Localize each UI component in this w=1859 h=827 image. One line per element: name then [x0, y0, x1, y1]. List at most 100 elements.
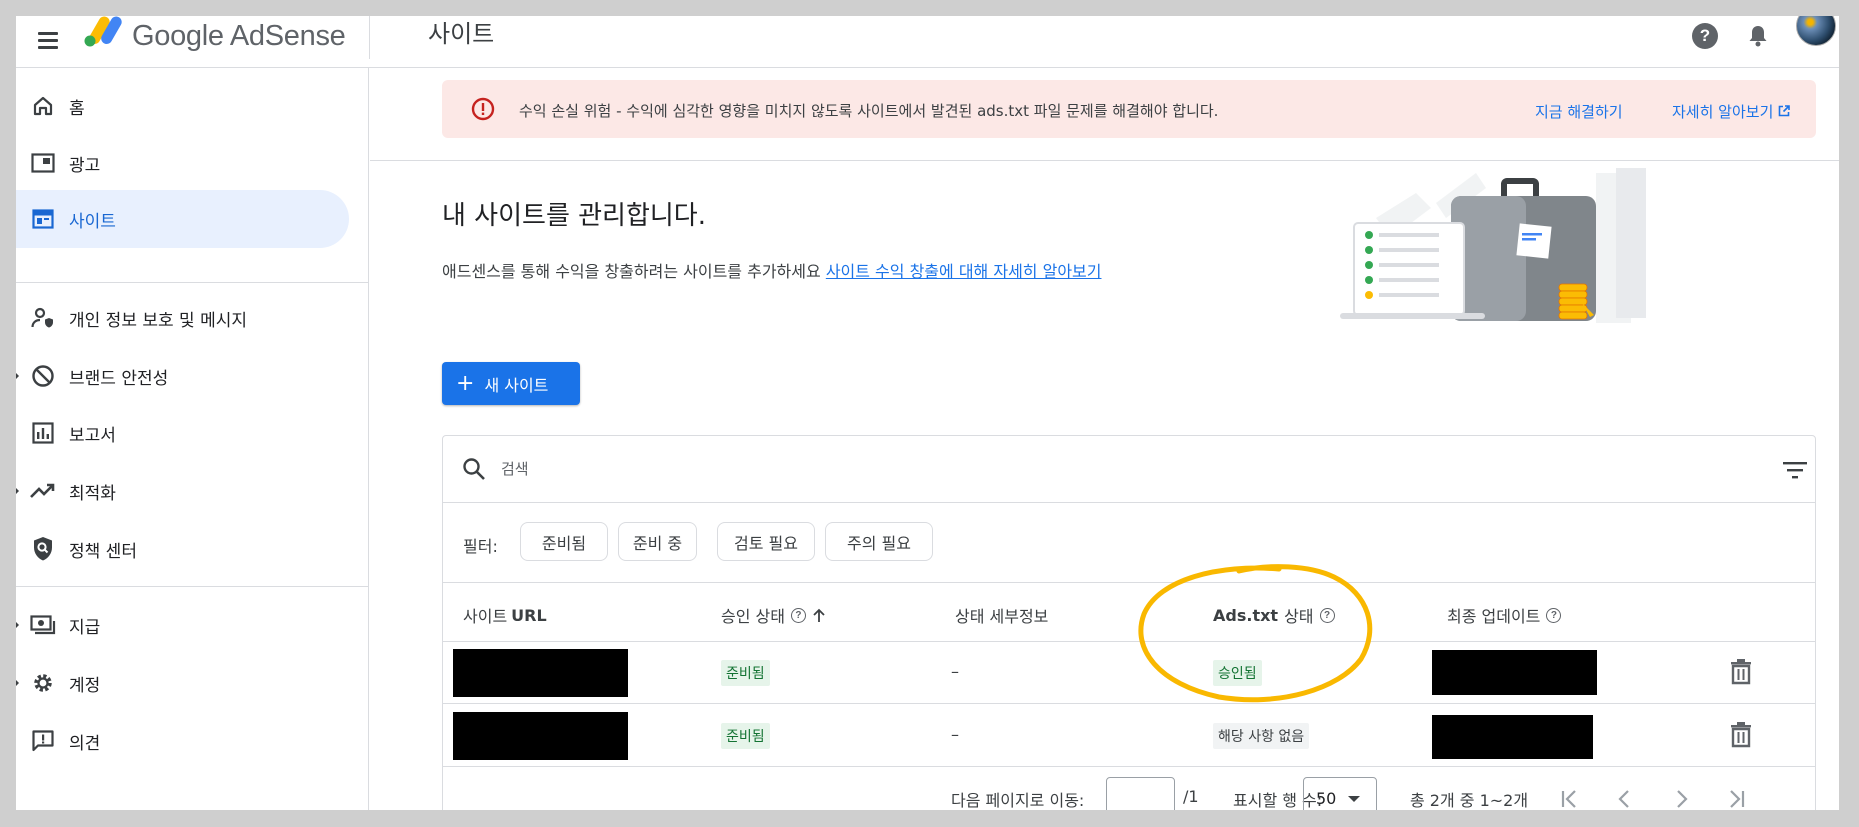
sidebar-item-home[interactable]: 홈: [16, 77, 356, 135]
sidebar-item-label: 개인 정보 보호 및 메시지: [69, 310, 248, 331]
status-details: –: [951, 725, 959, 744]
learn-more-link[interactable]: 자세히 알아보기: [1672, 101, 1790, 122]
avatar[interactable]: [1796, 16, 1836, 46]
prev-page-icon[interactable]: [1613, 787, 1637, 810]
sidebar-item-label: 사이트: [69, 211, 116, 232]
monetization-learn-link[interactable]: 사이트 수익 창출에 대해 자세히 알아보기: [826, 262, 1102, 281]
sidebar-item-policy-center[interactable]: 정책 센터: [16, 520, 356, 578]
filter-chip-needs-review[interactable]: 검토 필요: [717, 522, 815, 561]
section-divider: [370, 160, 1839, 161]
filter-row: 필터: 준비됨 준비 중 검토 필요 주의 필요: [443, 504, 1815, 583]
expand-arrow-icon[interactable]: [16, 486, 19, 496]
plus-icon: +: [456, 370, 475, 396]
pagination-bar: 다음 페이지로 이동: /1 표시할 행 수: 50 총 2개 중 1~2개: [443, 767, 1815, 810]
table-header: 사이트 URL 승인 상태? 상태 세부정보 Ads.txt 상태? 최종 업데이트…: [443, 584, 1815, 642]
help-icon[interactable]: ?: [790, 607, 806, 623]
help-icon[interactable]: ?: [1319, 607, 1335, 623]
filter-chip-ready[interactable]: 준비됨: [520, 522, 608, 561]
notifications-icon[interactable]: [1742, 20, 1774, 52]
sidebar-item-label: 의견: [69, 733, 101, 754]
rows-per-page-value: 50: [1316, 789, 1337, 808]
table-row[interactable]: 준비됨 – 승인됨: [443, 642, 1815, 704]
sidebar-item-payments[interactable]: 지급: [16, 596, 356, 654]
col-adstxt-status[interactable]: Ads.txt 상태?: [1213, 603, 1335, 627]
filter-chip-needs-attention[interactable]: 주의 필요: [825, 522, 933, 561]
expand-arrow-icon[interactable]: [16, 620, 19, 630]
sidebar-item-ads[interactable]: 광고: [16, 134, 356, 192]
col-last-updated[interactable]: 최종 업데이트?: [1447, 603, 1562, 627]
redacted-last-updated: [1432, 650, 1597, 695]
new-site-label: 새 사이트: [484, 375, 549, 395]
delete-icon[interactable]: [1730, 722, 1752, 748]
page-subtitle: 애드센스를 통해 수익을 창출하려는 사이트를 추가하세요 사이트 수익 창출에…: [442, 258, 1101, 282]
sidebar-item-optimization[interactable]: 최적화: [16, 462, 356, 520]
sidebar-item-privacy-messaging[interactable]: 개인 정보 보호 및 메시지: [16, 289, 356, 347]
filter-chip-getting-ready[interactable]: 준비 중: [618, 522, 697, 561]
subtitle-text: 애드센스를 통해 수익을 창출하려는 사이트를 추가하세요: [442, 262, 821, 281]
payments-icon: [28, 610, 58, 640]
sidebar-item-label: 홈: [69, 98, 85, 119]
filter-label: 필터:: [463, 537, 498, 556]
delete-icon[interactable]: [1730, 659, 1752, 685]
col-status-details[interactable]: 상태 세부정보: [955, 603, 1048, 627]
external-link-icon: [1778, 105, 1790, 117]
block-icon: [28, 361, 58, 391]
expand-arrow-icon[interactable]: [16, 678, 19, 688]
col-site-url[interactable]: 사이트 URL: [463, 603, 547, 627]
sidebar-item-label: 계정: [69, 675, 101, 696]
table-row[interactable]: 준비됨 – 해당 사항 없음: [443, 705, 1815, 767]
next-page-icon[interactable]: [1669, 787, 1693, 810]
sidebar-divider: [16, 282, 369, 283]
adstxt-status-badge: 해당 사항 없음: [1213, 723, 1310, 749]
alert-text: 수익 손실 위험 - 수익에 심각한 영향을 미치지 않도록 사이트에서 발견된…: [519, 102, 1219, 120]
total-pages: /1: [1183, 787, 1199, 806]
sidebar-item-reports[interactable]: 보고서: [16, 404, 356, 462]
adstxt-status-badge: 승인됨: [1213, 660, 1262, 686]
page-range: 총 2개 중 1~2개: [1410, 791, 1529, 810]
ads-icon: [28, 148, 58, 178]
sidebar-item-label: 브랜드 안전성: [69, 368, 169, 389]
approval-status-badge: 준비됨: [721, 723, 770, 749]
redacted-site-url: [453, 712, 628, 760]
approval-status-badge: 준비됨: [721, 660, 770, 686]
sidebar-item-account[interactable]: 계정: [16, 654, 356, 712]
sidebar-item-sites[interactable]: 사이트: [16, 190, 349, 248]
status-details: –: [951, 662, 959, 681]
adstxt-alert-banner: 수익 손실 위험 - 수익에 심각한 영향을 미치지 않도록 사이트에서 발견된…: [442, 80, 1816, 138]
sort-arrow-up-icon[interactable]: [812, 607, 826, 623]
col-approval-status[interactable]: 승인 상태?: [721, 603, 826, 627]
settings-icon: [28, 668, 58, 698]
reports-icon: [28, 418, 58, 448]
fix-now-link[interactable]: 지금 해결하기: [1535, 101, 1623, 122]
new-site-button[interactable]: + 새 사이트: [442, 362, 580, 405]
help-icon[interactable]: ?: [1689, 20, 1721, 52]
page-heading: 내 사이트를 관리합니다.: [442, 201, 706, 231]
menu-icon[interactable]: [28, 24, 68, 56]
last-page-icon[interactable]: [1724, 787, 1748, 810]
learn-more-label: 자세히 알아보기: [1672, 103, 1774, 121]
dropdown-arrow-icon: [1348, 796, 1360, 802]
search-bar[interactable]: 검색: [443, 436, 1815, 503]
goto-page-input[interactable]: [1106, 777, 1175, 810]
sidebar-item-label: 광고: [69, 155, 101, 176]
help-icon[interactable]: ?: [1546, 607, 1562, 623]
search-placeholder: 검색: [501, 460, 529, 478]
rows-per-page-select[interactable]: 50: [1303, 777, 1377, 810]
sidebar-item-label: 최적화: [69, 483, 116, 504]
sites-illustration: [1340, 168, 1646, 323]
page-title: 사이트: [428, 20, 495, 48]
sidebar: 홈 광고 사이트 개인 정보 보호 및 메시지 브랜드 안전성 보고서 최적화 …: [16, 68, 369, 810]
sidebar-item-feedback[interactable]: 의견: [16, 712, 356, 770]
first-page-icon[interactable]: [1558, 787, 1582, 810]
sidebar-divider: [16, 586, 369, 587]
sites-table-card: 검색 필터: 준비됨 준비 중 검토 필요 주의 필요 사이트 URL 승인 상태…: [442, 435, 1816, 810]
sidebar-item-label: 보고서: [69, 425, 116, 446]
sidebar-item-brand-safety[interactable]: 브랜드 안전성: [16, 347, 356, 405]
sidebar-item-label: 지급: [69, 617, 101, 638]
feedback-icon: [28, 726, 58, 756]
main-content: 수익 손실 위험 - 수익에 심각한 영향을 미치지 않도록 사이트에서 발견된…: [370, 68, 1839, 810]
expand-arrow-icon[interactable]: [16, 371, 19, 381]
app-window: Google AdSense 사이트 ? 홈 광고 사이트 개인 정보 보호 및…: [16, 16, 1839, 810]
topbar-divider: [369, 16, 370, 59]
filter-list-icon[interactable]: [1783, 460, 1807, 480]
